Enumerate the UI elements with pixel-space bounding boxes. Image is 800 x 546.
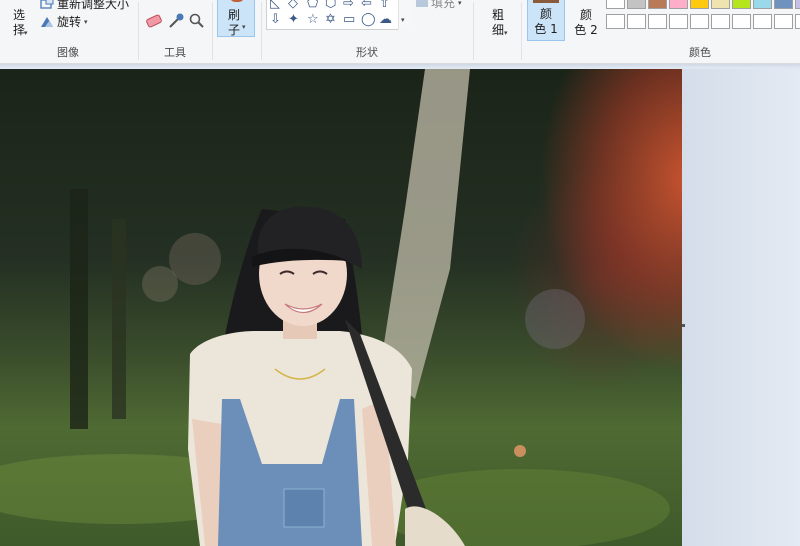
tree-trunk <box>70 189 88 429</box>
color1-label: 颜 色 1 <box>534 7 558 36</box>
color1-button[interactable]: 颜 色 1 <box>527 0 565 41</box>
color2-label: 颜 色 2 <box>574 8 598 37</box>
cloud-callout-shape-icon[interactable]: ☁ <box>379 13 392 27</box>
rotate-button[interactable]: 旋转 ▾ <box>40 13 88 30</box>
four-point-star-shape-icon[interactable]: ✦ <box>288 13 299 27</box>
size-label: 粗 细 <box>491 8 504 37</box>
ribbon-toolbar: 选 择 ▾ 重新调整大小 旋转 ▾ 图像 工具 刷 子 ▾ 形状 填充 ▾ ◺ … <box>0 0 800 64</box>
triangle-shape-icon[interactable]: ◺ <box>270 0 280 11</box>
resize-label: 重新调整大小 <box>57 0 130 11</box>
color1-swatch <box>533 0 559 3</box>
size-button[interactable]: 粗 细 ▾ <box>484 8 512 38</box>
select-button[interactable]: 选 择 ▾ <box>6 8 32 38</box>
colors-group-label: 颜色 <box>689 46 711 59</box>
canvas-resize-handle[interactable] <box>682 324 685 327</box>
shapes-group-label: 形状 <box>356 46 378 59</box>
group-divider <box>473 2 474 60</box>
ribbon-shadow <box>0 64 800 68</box>
chevron-down-icon: ▾ <box>401 16 405 24</box>
brush-icon <box>230 0 244 2</box>
canvas-photo <box>0 69 670 546</box>
five-point-star-shape-icon[interactable]: ☆ <box>307 13 319 27</box>
rotate-icon <box>41 16 53 27</box>
brush-label: 刷 子 <box>228 8 241 37</box>
image-group-label: 图像 <box>57 46 79 59</box>
resize-icon <box>40 0 54 9</box>
magnifier-icon[interactable] <box>188 12 206 30</box>
workspace-background <box>682 69 800 546</box>
diamond-shape-icon[interactable]: ◇ <box>288 0 298 11</box>
fill-icon <box>416 0 428 7</box>
tree-trunk <box>112 219 126 419</box>
rotate-label: 旋转 <box>57 15 82 29</box>
arrow-down-shape-icon[interactable]: ⇩ <box>270 13 281 27</box>
colors-group: 颜色 <box>600 0 800 64</box>
overalls-pocket <box>283 488 325 528</box>
bokeh-light <box>514 445 526 457</box>
brush-button[interactable]: 刷 子 ▾ <box>217 0 255 37</box>
rect-callout-shape-icon[interactable]: ▭ <box>343 13 355 27</box>
drawing-canvas[interactable] <box>0 69 682 546</box>
chevron-down-icon: ▾ <box>458 0 462 7</box>
chevron-down-icon: ▾ <box>24 29 28 37</box>
hexagon-shape-icon[interactable]: ⬡ <box>325 0 336 11</box>
chevron-down-icon: ▾ <box>84 17 88 26</box>
color-picker-icon[interactable] <box>167 12 185 30</box>
eraser-icon[interactable] <box>145 12 163 30</box>
fill-button[interactable]: 填充 ▾ <box>416 0 462 11</box>
pentagon-shape-icon[interactable]: ⬠ <box>307 0 318 11</box>
bokeh-light <box>142 266 178 302</box>
chevron-down-icon: ▾ <box>242 23 246 31</box>
group-divider <box>521 2 522 60</box>
image-group: 选 择 ▾ 重新调整大小 旋转 ▾ 图像 <box>0 0 136 64</box>
tools-group-label: 工具 <box>164 46 186 59</box>
six-point-star-shape-icon[interactable]: ✡ <box>325 13 336 27</box>
arrow-left-shape-icon[interactable]: ⇦ <box>361 0 372 11</box>
shapes-gallery: ◺ ◇ ⬠ ⬡ ⇨ ⇦ ⇧ ⇩ ✦ ☆ ✡ ▭ ◯ ☁ <box>266 0 410 30</box>
chevron-down-icon: ▾ <box>504 29 508 37</box>
fill-label: 填充 <box>431 0 456 10</box>
tools-group: 工具 <box>139 0 211 64</box>
bokeh-light <box>525 289 585 349</box>
bokeh-light <box>169 233 221 285</box>
arrow-up-shape-icon[interactable]: ⇧ <box>379 0 390 11</box>
arrow-right-shape-icon[interactable]: ⇨ <box>343 0 354 11</box>
shapes-scrollbar[interactable]: ▾ <box>398 0 410 30</box>
resize-button[interactable]: 重新调整大小 <box>40 0 129 12</box>
oval-callout-shape-icon[interactable]: ◯ <box>361 13 376 27</box>
group-divider <box>212 2 213 60</box>
